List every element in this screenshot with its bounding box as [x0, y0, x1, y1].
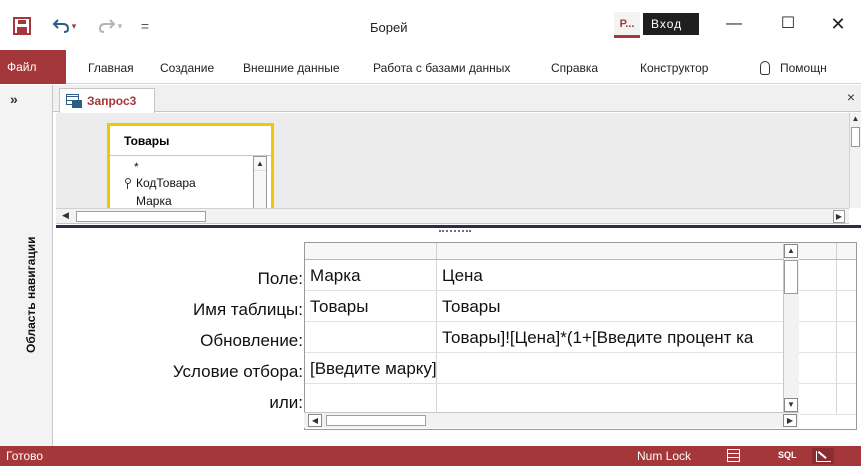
table-field-items: * КодТовара Марка — [110, 156, 271, 208]
document-tab[interactable]: Запрос3 — [59, 88, 155, 113]
document-tab-strip: Запрос3 × — [53, 85, 861, 113]
tell-me-label: Помощн — [780, 61, 827, 75]
column-selector[interactable] — [305, 243, 437, 259]
query-icon — [66, 94, 82, 108]
scroll-thumb[interactable] — [326, 415, 426, 426]
window-title: Борей — [370, 20, 408, 35]
scroll-up-icon[interactable]: ▲ — [784, 244, 798, 258]
field-label: КодТовара — [136, 176, 196, 190]
ribbon-tabs: Файл Главная Создание Внешние данные Раб… — [0, 50, 861, 84]
grid-cell[interactable] — [305, 384, 437, 414]
account-badge[interactable]: Р... — [614, 12, 640, 38]
primary-key-icon — [124, 177, 131, 189]
table-name[interactable]: Товары — [110, 126, 271, 156]
grid-cell[interactable]: [Введите марку] — [305, 353, 437, 383]
navigation-pane: » Область навигации — [0, 85, 53, 446]
upper-horizontal-scrollbar[interactable]: ◀ ▶ — [56, 208, 849, 224]
scroll-up-icon[interactable]: ▲ — [850, 113, 861, 125]
sql-view-button[interactable]: SQL — [778, 450, 797, 460]
table-field-all[interactable]: * — [124, 160, 271, 174]
customize-qat-icon[interactable]: = — [136, 14, 154, 38]
row-label-or: или: — [269, 393, 303, 412]
undo-icon[interactable]: ▾ — [46, 14, 82, 38]
table-field[interactable]: Марка — [124, 192, 271, 208]
status-text: Готово — [6, 449, 44, 463]
pane-splitter[interactable] — [56, 225, 861, 235]
signin-button[interactable]: Вход — [643, 13, 699, 35]
scroll-thumb[interactable] — [76, 211, 206, 222]
status-bar: Готово Num Lock SQL — [0, 446, 861, 466]
row-label-criteria: Условие отбора: — [172, 362, 303, 381]
table-field-list[interactable]: Товары * КодТовара Марка ▲ — [107, 123, 274, 208]
grid-cell[interactable]: Товары — [305, 291, 437, 321]
close-document-icon[interactable]: × — [847, 89, 855, 105]
grid-cell[interactable]: Товары]![Цена]*(1+[Введите процент ка — [437, 322, 837, 352]
save-icon[interactable] — [10, 14, 34, 38]
grid-cell[interactable]: Товары — [437, 291, 837, 321]
field-list-scrollbar[interactable]: ▲ — [253, 156, 267, 208]
maximize-button[interactable]: ☐ — [770, 12, 806, 36]
chevron-down-icon[interactable]: ▾ — [72, 21, 77, 32]
scroll-right-icon[interactable]: ▶ — [833, 210, 845, 223]
tab-file[interactable]: Файл — [0, 50, 66, 84]
scroll-up-icon[interactable]: ▲ — [254, 157, 266, 171]
tab-database-tools[interactable]: Работа с базами данных — [373, 58, 510, 78]
row-label-field: Поле: — [257, 269, 303, 288]
grid-row-criteria: [Введите марку] — [305, 353, 856, 384]
design-grid: Марка Цена Товары Товары Товары]![Цена]*… — [304, 242, 857, 430]
scroll-right-icon[interactable]: ▶ — [783, 414, 797, 427]
tab-home[interactable]: Главная — [88, 58, 134, 78]
tab-help[interactable]: Справка — [551, 58, 598, 78]
scroll-thumb[interactable] — [851, 127, 860, 147]
nav-expand-icon[interactable]: » — [10, 91, 18, 107]
tab-external-data[interactable]: Внешние данные — [243, 58, 340, 78]
grid-cell[interactable]: Цена — [437, 260, 837, 290]
navigation-pane-label[interactable]: Область навигации — [24, 237, 38, 353]
query-design-upper-pane: Товары * КодТовара Марка ▲ — [56, 113, 849, 208]
close-button[interactable]: ✕ — [820, 12, 856, 36]
minimize-button[interactable]: — — [716, 12, 752, 36]
tab-design[interactable]: Конструктор — [640, 58, 708, 78]
grid-cell[interactable] — [305, 322, 437, 352]
grid-cell[interactable] — [437, 353, 837, 383]
tell-me-button[interactable]: Помощн — [760, 58, 827, 78]
grid-row-labels: Поле: Имя таблицы: Обновление: Условие о… — [56, 263, 306, 418]
document-tab-label: Запрос3 — [87, 94, 137, 108]
grid-row-update: Товары]![Цена]*(1+[Введите процент ка — [305, 322, 856, 353]
row-label-table: Имя таблицы: — [193, 300, 303, 319]
tab-create[interactable]: Создание — [160, 58, 214, 78]
grid-row-or — [305, 384, 856, 415]
grid-cell[interactable] — [437, 384, 837, 414]
upper-vertical-scrollbar[interactable]: ▲ — [849, 113, 861, 208]
grid-horizontal-scrollbar[interactable]: ◀ ▶ — [304, 412, 799, 428]
field-label: Марка — [136, 194, 172, 208]
num-lock-indicator: Num Lock — [637, 449, 692, 463]
row-label-update: Обновление: — [200, 331, 303, 350]
column-selector-row — [305, 243, 856, 260]
grid-row-table: Товары Товары — [305, 291, 856, 322]
redo-icon[interactable]: ▾ — [92, 14, 128, 38]
grid-row-field: Марка Цена — [305, 260, 856, 291]
datasheet-view-icon[interactable] — [727, 449, 740, 462]
grid-vertical-scrollbar[interactable]: ▲ ▼ — [783, 244, 799, 412]
splitter-grip[interactable] — [439, 230, 471, 232]
table-field-key[interactable]: КодТовара — [124, 174, 271, 192]
column-selector[interactable] — [437, 243, 837, 259]
scroll-down-icon[interactable]: ▼ — [784, 398, 798, 412]
grid-cell[interactable]: Марка — [305, 260, 437, 290]
field-label: * — [134, 160, 139, 174]
chevron-down-icon[interactable]: ▾ — [118, 21, 123, 32]
scroll-left-icon[interactable]: ◀ — [62, 210, 69, 221]
scroll-left-icon[interactable]: ◀ — [308, 414, 322, 427]
title-bar: ▾ ▾ = Борей Р... Вход — ☐ ✕ — [0, 0, 861, 50]
lightbulb-icon — [760, 61, 770, 75]
design-view-icon[interactable] — [812, 448, 834, 464]
scroll-thumb[interactable] — [784, 260, 798, 294]
